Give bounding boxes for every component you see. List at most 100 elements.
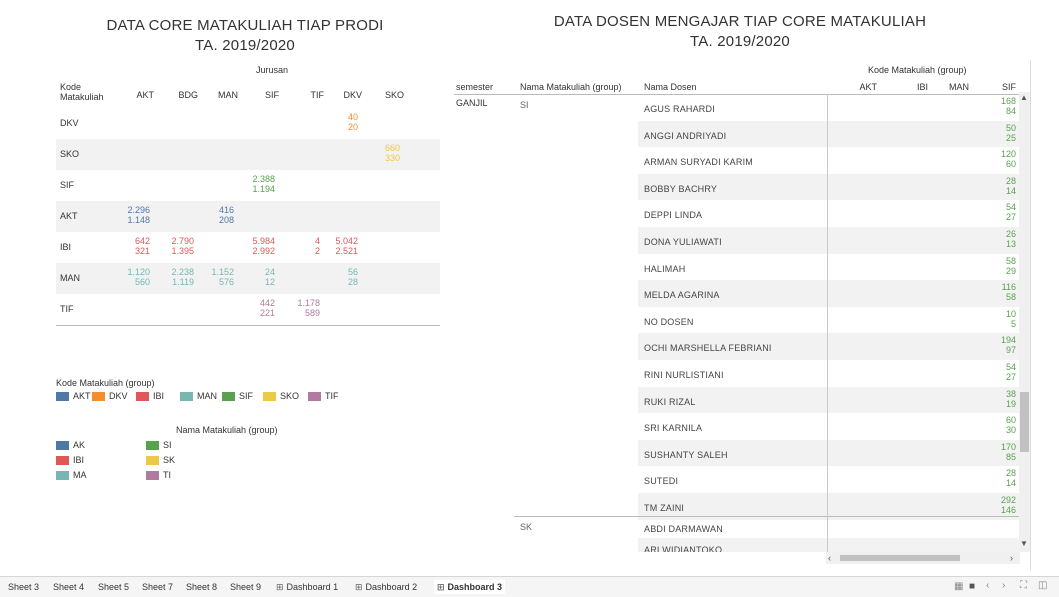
code-header[interactable]: AKT: [849, 82, 877, 92]
prev-sheet-icon[interactable]: ‹: [986, 580, 989, 591]
table-row[interactable]: AKT 2.296 1.148 416 208: [56, 201, 440, 232]
scroll-right-arrow-icon[interactable]: ›: [1010, 553, 1013, 563]
legend-item[interactable]: AKT: [56, 391, 91, 402]
value-cell[interactable]: 416 208: [198, 205, 234, 225]
presentation-icon[interactable]: ◫: [1038, 580, 1047, 591]
column-header[interactable]: SKO: [368, 90, 404, 100]
dosen-row[interactable]: MELDA AGARINA 116 58: [638, 280, 1020, 307]
scroll-down-arrow-icon[interactable]: ▼: [1020, 539, 1028, 548]
sif-value-cell[interactable]: 26 13: [988, 229, 1016, 249]
dosen-row[interactable]: RUKI RIZAL 38 19: [638, 386, 1020, 414]
scroll-left-arrow-icon[interactable]: ‹: [828, 553, 831, 563]
value-cell[interactable]: 2.388 1.194: [239, 174, 275, 194]
dosen-row[interactable]: RINI NURLISTIANI 54 27: [638, 360, 1020, 387]
sheet-tab[interactable]: ⊞ Dashboard 3: [434, 580, 506, 594]
table-row[interactable]: SIF 2.388 1.194: [56, 170, 440, 201]
dosen-row[interactable]: ANGGI ANDRIYADI 50 25: [638, 120, 1020, 148]
dosen-row[interactable]: BOBBY BACHRY 28 14: [638, 173, 1020, 201]
column-header[interactable]: TIF: [288, 90, 325, 100]
grid-view-icon[interactable]: ▦: [954, 581, 963, 592]
sheet-tab[interactable]: Sheet 5: [98, 582, 129, 592]
sheet-tab[interactable]: Sheet 7: [142, 582, 173, 592]
sif-value-cell[interactable]: 54 27: [988, 362, 1016, 382]
code-header[interactable]: SIF: [988, 82, 1016, 92]
value-cell[interactable]: 1.120 560: [114, 267, 150, 287]
legend-item[interactable]: SK: [146, 455, 175, 466]
value-cell[interactable]: 24 12: [239, 267, 275, 287]
sif-value-cell[interactable]: 194 97: [988, 335, 1016, 355]
sheet-tab[interactable]: Sheet 4: [53, 582, 84, 592]
code-header[interactable]: IBI: [900, 82, 928, 92]
legend-item[interactable]: IBI: [56, 455, 84, 466]
value-cell[interactable]: 5.042 2.521: [322, 236, 358, 256]
column-header[interactable]: SIF: [243, 90, 279, 100]
column-header[interactable]: MAN: [202, 90, 238, 100]
value-cell[interactable]: 40 20: [322, 112, 358, 132]
table-row[interactable]: DKV 40 20: [56, 108, 440, 139]
sheet-tab[interactable]: ⊞ Dashboard 2: [355, 582, 417, 593]
sif-value-cell[interactable]: 54 27: [988, 202, 1016, 222]
sif-value-cell[interactable]: 28 14: [988, 468, 1016, 488]
value-cell[interactable]: 5.984 2.992: [239, 236, 275, 256]
dosen-row[interactable]: ARMAN SURYADI KARIM 120 60: [638, 147, 1020, 174]
dosen-row[interactable]: AGUS RAHARDI 168 84: [638, 94, 1020, 121]
sif-value-cell[interactable]: 58 29: [988, 256, 1016, 276]
value-cell[interactable]: 2.790 1.395: [158, 236, 194, 256]
fullscreen-icon[interactable]: ⛶: [1020, 580, 1027, 591]
column-header[interactable]: DKV: [326, 90, 362, 100]
table-row[interactable]: MAN 1.120 560 2.238 1.119 1.152 576 24 12 56 28: [56, 263, 440, 294]
value-cell[interactable]: 2.238 1.119: [158, 267, 194, 287]
value-cell[interactable]: 1.178 589: [284, 298, 320, 318]
sheet-tab[interactable]: Sheet 9: [230, 582, 261, 592]
sif-value-cell[interactable]: 60 30: [988, 415, 1016, 435]
dosen-row[interactable]: ARI WIDIANTOKO: [638, 538, 1020, 552]
sif-value-cell[interactable]: 50 25: [988, 123, 1016, 143]
dosen-row[interactable]: OCHI MARSHELLA FEBRIANI 194 97: [638, 333, 1020, 360]
column-header[interactable]: AKT: [118, 90, 154, 100]
value-cell[interactable]: 642 321: [114, 236, 150, 256]
vertical-scrollbar[interactable]: ▲ ▼: [1019, 92, 1030, 552]
legend-item[interactable]: DKV: [92, 391, 128, 402]
next-sheet-icon[interactable]: ›: [1002, 580, 1005, 591]
sheet-tab[interactable]: Sheet 8: [186, 582, 217, 592]
sif-value-cell[interactable]: 168 84: [988, 96, 1016, 116]
dosen-table[interactable]: Kode Matakuliah (group) semester Nama Ma…: [454, 64, 1020, 552]
dosen-row[interactable]: NO DOSEN 10 5: [638, 307, 1020, 334]
core-matakuliah-table[interactable]: Jurusan Kode Matakuliah AKT BDG MAN SIF TIF D…: [56, 64, 440, 329]
legend-item[interactable]: IBI: [136, 391, 164, 402]
column-header[interactable]: BDG: [162, 90, 198, 100]
sif-value-cell[interactable]: 120 60: [988, 149, 1016, 169]
dosen-row[interactable]: HALIMAH 58 29: [638, 254, 1020, 281]
legend-item[interactable]: MA: [56, 470, 87, 481]
scroll-thumb[interactable]: [1020, 392, 1029, 452]
legend-item[interactable]: TIF: [308, 391, 339, 402]
value-cell[interactable]: 442 221: [239, 298, 275, 318]
legend-item[interactable]: TI: [146, 470, 171, 481]
value-cell[interactable]: 42: [284, 236, 320, 256]
sif-value-cell[interactable]: 28 14: [988, 176, 1016, 196]
legend-kode[interactable]: AKT DKV IBI MAN SIF SKO TIF: [56, 391, 416, 403]
dosen-row[interactable]: SUSHANTY SALEH 170 85: [638, 439, 1020, 467]
dosen-row[interactable]: SRI KARNILA 60 30: [638, 413, 1020, 440]
legend-item[interactable]: SIF: [222, 391, 253, 402]
dosen-row[interactable]: SUTEDI 28 14: [638, 466, 1020, 493]
legend-nama[interactable]: AK SI IBI SK MA TI: [56, 440, 256, 490]
dosen-row[interactable]: ABDI DARMAWAN: [638, 517, 1020, 538]
sif-value-cell[interactable]: 292 146: [988, 495, 1016, 515]
sheet-tab[interactable]: Sheet 3: [8, 582, 39, 592]
legend-item[interactable]: SKO: [263, 391, 299, 402]
sheet-tab[interactable]: ⊞ Dashboard 1: [276, 582, 338, 593]
dosen-row[interactable]: DEPPI LINDA 54 27: [638, 200, 1020, 227]
table-row[interactable]: SKO 660 330: [56, 139, 440, 170]
value-cell[interactable]: 1.152 576: [198, 267, 234, 287]
value-cell[interactable]: 2.296 1.148: [114, 205, 150, 225]
scroll-up-arrow-icon[interactable]: ▲: [1020, 93, 1028, 102]
table-row[interactable]: IBI 642 321 2.790 1.395 5.984 2.992 4 2 5.042 2.52…: [56, 232, 440, 263]
code-header[interactable]: MAN: [941, 82, 969, 92]
filmstrip-icon[interactable]: ■: [969, 581, 975, 592]
sif-value-cell[interactable]: 38 19: [988, 389, 1016, 409]
sif-value-cell[interactable]: 170 85: [988, 442, 1016, 462]
hscroll-thumb[interactable]: [840, 555, 960, 561]
legend-item[interactable]: MAN: [180, 391, 217, 402]
legend-item[interactable]: AK: [56, 440, 85, 451]
